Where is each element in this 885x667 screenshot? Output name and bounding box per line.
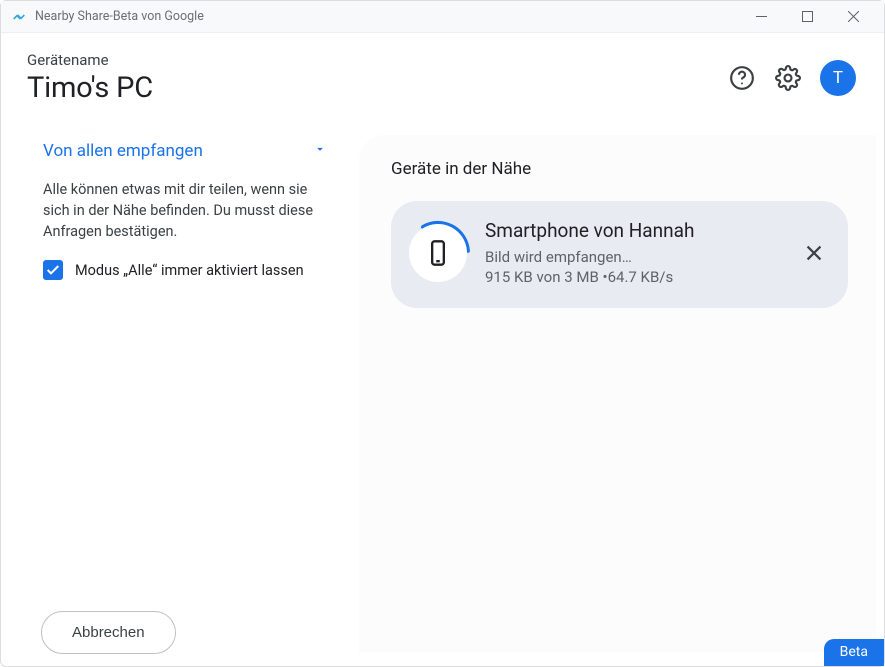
checkbox-checked-icon xyxy=(43,260,63,280)
checkbox-label: Modus „Alle“ immer aktiviert lassen xyxy=(75,262,304,279)
app-icon xyxy=(11,9,27,25)
visibility-dropdown-label: Von allen empfangen xyxy=(43,141,203,161)
titlebar: Nearby Share-Beta von Google xyxy=(1,1,884,33)
transfer-status: Bild wird empfangen… xyxy=(485,248,782,266)
window-title: Nearby Share-Beta von Google xyxy=(35,9,738,24)
maximize-button[interactable] xyxy=(784,1,830,33)
device-info: Smartphone von Hannah Bild wird empfange… xyxy=(485,219,782,286)
device-card: Smartphone von Hannah Bild wird empfange… xyxy=(391,201,848,308)
device-name-block: Gerätename Timo's PC xyxy=(27,51,728,105)
help-button[interactable] xyxy=(728,64,756,92)
body: Von allen empfangen Alle können etwas mi… xyxy=(1,115,884,652)
always-all-mode-row[interactable]: Modus „Alle“ immer aktiviert lassen xyxy=(27,260,337,280)
device-name-label: Gerätename xyxy=(27,51,728,69)
avatar-initial: T xyxy=(833,68,843,88)
minimize-button[interactable] xyxy=(738,1,784,33)
close-window-button[interactable] xyxy=(830,1,876,33)
transfer-progress: 915 KB von 3 MB •64.7 KB/s xyxy=(485,268,782,286)
chevron-down-icon xyxy=(313,141,327,161)
cancel-transfer-button[interactable] xyxy=(800,239,828,267)
visibility-dropdown[interactable]: Von allen empfangen xyxy=(27,135,337,167)
cancel-button[interactable]: Abbrechen xyxy=(41,611,176,654)
header: Gerätename Timo's PC T xyxy=(1,33,884,115)
sidebar: Von allen empfangen Alle können etwas mi… xyxy=(27,135,347,652)
main-panel: Geräte in der Nähe Smartphone von Hannah… xyxy=(359,135,876,652)
settings-button[interactable] xyxy=(774,64,802,92)
visibility-description: Alle können etwas mit dir teilen, wenn s… xyxy=(27,179,337,242)
device-name: Timo's PC xyxy=(27,71,728,105)
device-thumbnail xyxy=(409,224,467,282)
avatar[interactable]: T xyxy=(820,60,856,96)
device-card-name: Smartphone von Hannah xyxy=(485,219,782,242)
phone-icon xyxy=(409,224,467,282)
nearby-devices-title: Geräte in der Nähe xyxy=(391,159,848,179)
beta-badge: Beta xyxy=(824,639,884,666)
header-actions: T xyxy=(728,60,856,96)
